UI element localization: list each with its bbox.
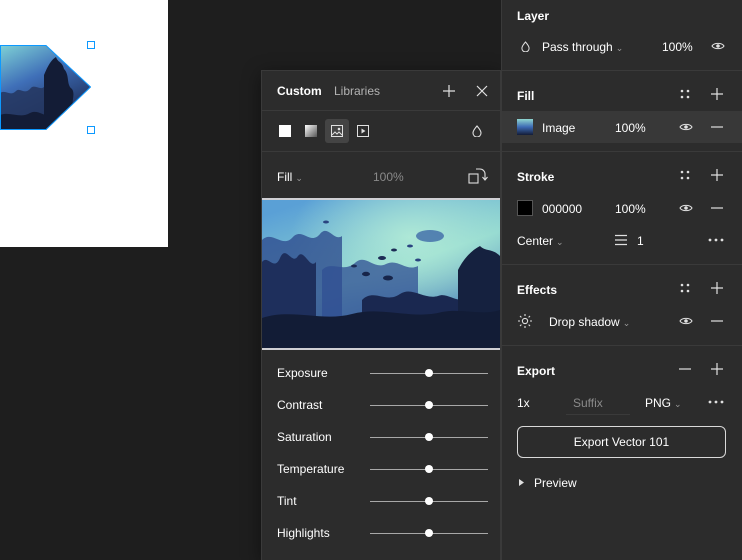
tab-custom[interactable]: Custom <box>277 84 322 98</box>
layer-section-title: Layer <box>517 9 550 23</box>
highlights-row: Highlights <box>262 517 500 549</box>
tint-slider-thumb[interactable] <box>425 497 433 505</box>
tint-row: Tint <box>262 485 500 517</box>
effects-section-title: Effects <box>517 283 558 297</box>
plus-icon[interactable] <box>710 168 724 182</box>
blend-mode-icon <box>519 40 531 52</box>
export-suffix-input[interactable]: Suffix <box>573 396 603 410</box>
tab-libraries[interactable]: Libraries <box>334 84 380 98</box>
eye-icon[interactable] <box>678 313 694 329</box>
layer-section: Layer Pass through ⌄ 100% <box>502 0 742 71</box>
highlights-label: Highlights <box>277 526 330 540</box>
stroke-align-label: Center <box>517 234 554 248</box>
saturation-row: Saturation <box>262 421 500 453</box>
video-fill-icon[interactable] <box>351 119 375 143</box>
effect-type-dropdown[interactable]: Drop shadow ⌄ <box>549 315 630 329</box>
export-format-dropdown[interactable]: PNG ⌄ <box>645 396 682 410</box>
solid-fill-icon[interactable] <box>273 119 297 143</box>
sun-effect-icon[interactable] <box>517 313 533 329</box>
eye-icon[interactable] <box>678 200 694 216</box>
styles-grid-icon[interactable] <box>678 87 692 101</box>
fill-section: Fill Image 100% <box>502 71 742 152</box>
minus-icon[interactable] <box>710 313 724 329</box>
chevron-down-icon: ⌄ <box>622 318 631 328</box>
artboard-frame[interactable] <box>0 0 168 247</box>
chevron-down-icon: ⌄ <box>674 399 682 409</box>
chevron-down-icon: ⌄ <box>556 237 564 247</box>
chevron-down-icon: ⌄ <box>295 173 303 183</box>
plus-icon[interactable] <box>439 81 459 101</box>
stroke-section-title: Stroke <box>517 170 555 184</box>
stroke-weight-icon <box>614 232 628 248</box>
export-section-title: Export <box>517 364 556 378</box>
minus-icon[interactable] <box>678 362 692 376</box>
fill-type-selector <box>262 111 500 152</box>
fill-picker-popover: Custom Libraries Fill ⌄ 100% Exposure Co… <box>261 70 501 560</box>
exposure-row: Exposure <box>262 357 500 389</box>
rotate-image-icon[interactable] <box>466 165 490 187</box>
image-swatch-icon[interactable] <box>517 119 533 135</box>
chevron-down-icon: ⌄ <box>615 43 624 53</box>
contrast-slider-thumb[interactable] <box>425 401 433 409</box>
eye-icon[interactable] <box>678 119 694 135</box>
image-opacity-value[interactable]: 100% <box>373 170 404 184</box>
temperature-slider-thumb[interactable] <box>425 465 433 473</box>
image-fill-preview[interactable] <box>262 198 500 350</box>
contrast-row: Contrast <box>262 389 500 421</box>
effects-section: Effects Drop shadow ⌄ <box>502 265 742 346</box>
close-icon[interactable] <box>472 81 492 101</box>
export-format-label: PNG <box>645 396 672 410</box>
minus-icon[interactable] <box>710 200 724 216</box>
more-options-icon[interactable] <box>707 394 725 410</box>
suffix-underline <box>566 414 630 415</box>
resize-handle-bottom-right[interactable] <box>87 126 95 134</box>
layer-blend-mode-dropdown[interactable]: Pass through ⌄ <box>542 40 623 54</box>
minus-icon[interactable] <box>710 119 724 135</box>
plus-icon[interactable] <box>710 87 724 101</box>
styles-grid-icon[interactable] <box>678 168 692 182</box>
highlights-slider-thumb[interactable] <box>425 529 433 537</box>
contrast-label: Contrast <box>277 398 323 412</box>
temperature-label: Temperature <box>277 462 345 476</box>
stroke-opacity-value[interactable]: 100% <box>615 202 646 216</box>
stroke-section: Stroke 000000 100% Center ⌄ 1 <box>502 152 742 265</box>
exposure-label: Exposure <box>277 366 328 380</box>
export-section: Export 1x Suffix PNG ⌄ Export Vector 101 … <box>502 346 742 560</box>
properties-panel: Layer Pass through ⌄ 100% Fill Image 100% <box>501 0 742 560</box>
layer-opacity-value[interactable]: 100% <box>662 40 693 54</box>
blend-mode-icon[interactable] <box>465 119 489 143</box>
selected-vector-shape[interactable] <box>0 41 95 134</box>
fill-mode-label: Fill <box>277 170 293 184</box>
effect-type-label: Drop shadow <box>549 315 620 329</box>
stroke-weight-value[interactable]: 1 <box>637 234 644 248</box>
more-options-icon[interactable] <box>707 232 725 248</box>
plus-icon[interactable] <box>710 362 724 376</box>
saturation-label: Saturation <box>277 430 332 444</box>
popover-header: Custom Libraries <box>262 71 500 111</box>
exposure-slider-thumb[interactable] <box>425 369 433 377</box>
fill-opacity-value[interactable]: 100% <box>615 121 646 135</box>
caret-right-icon[interactable] <box>517 476 525 488</box>
fill-mode-row: Fill ⌄ 100% <box>262 152 500 198</box>
gradient-fill-icon[interactable] <box>299 119 323 143</box>
image-fill-icon[interactable] <box>325 119 349 143</box>
layer-blend-mode-label: Pass through <box>542 40 613 54</box>
export-preview-toggle[interactable]: Preview <box>534 476 577 490</box>
plus-icon[interactable] <box>710 281 724 295</box>
eye-icon[interactable] <box>710 38 726 54</box>
styles-grid-icon[interactable] <box>678 281 692 295</box>
export-button[interactable]: Export Vector 101 <box>517 426 726 458</box>
resize-handle-top-right[interactable] <box>87 41 95 49</box>
fill-type-label[interactable]: Image <box>542 121 575 135</box>
fill-section-title: Fill <box>517 89 535 103</box>
temperature-row: Temperature <box>262 453 500 485</box>
stroke-align-dropdown[interactable]: Center ⌄ <box>517 234 564 248</box>
stroke-color-hex[interactable]: 000000 <box>542 202 582 216</box>
export-scale-value[interactable]: 1x <box>517 396 530 410</box>
saturation-slider-thumb[interactable] <box>425 433 433 441</box>
tint-label: Tint <box>277 494 297 508</box>
fill-mode-dropdown[interactable]: Fill ⌄ <box>277 170 303 184</box>
stroke-color-swatch[interactable] <box>517 200 533 216</box>
